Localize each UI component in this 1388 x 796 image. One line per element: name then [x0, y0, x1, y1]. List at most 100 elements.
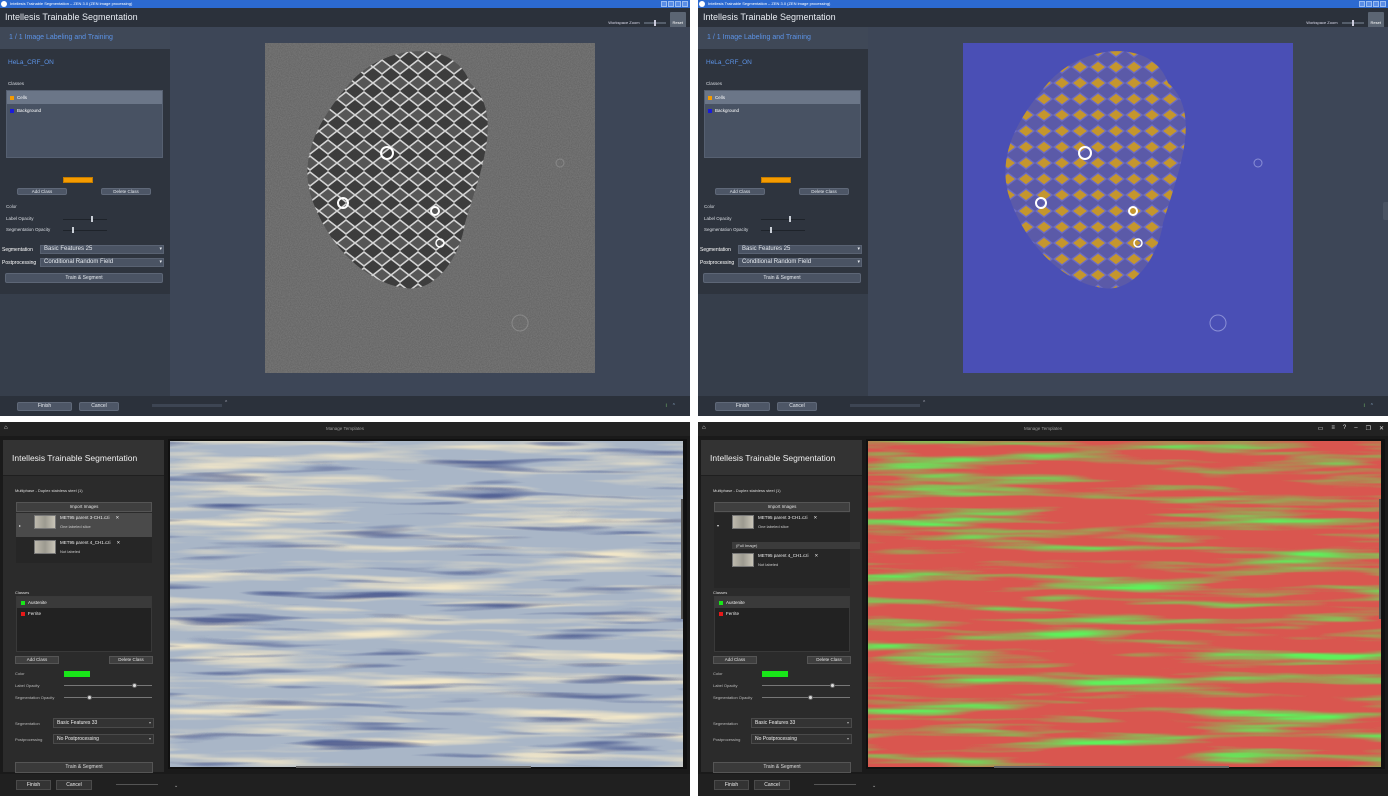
class-item-cells[interactable]: Cells — [705, 91, 860, 104]
class-item-background[interactable]: Background — [7, 104, 162, 117]
horizontal-scrollbar[interactable] — [296, 766, 531, 768]
manage-templates-label[interactable]: Manage Templates — [0, 426, 690, 431]
chevron-down-icon[interactable]: ⌄ — [872, 783, 876, 789]
vertical-scrollbar[interactable] — [1379, 499, 1381, 619]
train-segment-button[interactable]: Train & Segment — [15, 762, 153, 773]
hela-phase-contrast-image[interactable] — [265, 43, 595, 373]
minimize-icon[interactable]: – — [1354, 425, 1357, 432]
menu-icon[interactable]: ≡ — [1331, 425, 1335, 432]
slider-handle[interactable] — [71, 227, 74, 233]
manage-templates-label[interactable]: Manage Templates — [698, 426, 1388, 431]
collapse-triangle-icon[interactable]: ▾ — [717, 523, 719, 528]
maximize-icon[interactable] — [1373, 1, 1379, 7]
cancel-button[interactable]: Cancel — [56, 780, 92, 790]
side-panel-toggle[interactable] — [1383, 202, 1388, 220]
image-item[interactable]: ▸ MET95 parent 3-CH1.czi ✕ One labeled sl… — [16, 513, 152, 537]
finish-button[interactable]: Finish — [16, 780, 51, 790]
workspace-zoom-slider[interactable] — [1341, 19, 1364, 26]
close-icon[interactable] — [1380, 1, 1386, 7]
image-viewer[interactable] — [170, 27, 690, 396]
image-viewer[interactable] — [868, 27, 1388, 396]
chevron-up-icon[interactable]: ⌃ — [922, 400, 926, 406]
add-class-button[interactable]: Add Class — [715, 188, 765, 195]
minimize-icon[interactable] — [1366, 1, 1372, 7]
finish-button[interactable]: Finish — [17, 402, 72, 411]
delete-class-button[interactable]: Delete Class — [101, 188, 151, 195]
label-opacity-slider[interactable] — [63, 216, 107, 222]
class-item-cells[interactable]: Cells — [7, 91, 162, 104]
class-item-background[interactable]: Background — [705, 104, 860, 117]
close-icon[interactable] — [682, 1, 688, 7]
maximize-icon[interactable] — [675, 1, 681, 7]
class-color-picker[interactable] — [762, 671, 788, 677]
slider-handle[interactable] — [788, 216, 791, 222]
postprocessing-dropdown[interactable]: No Postprocessing — [751, 734, 852, 744]
image-viewer[interactable] — [168, 439, 687, 769]
image-viewer[interactable] — [866, 439, 1385, 769]
class-item-ferrite[interactable]: Ferrite — [17, 608, 151, 619]
class-item-ferrite[interactable]: Ferrite — [715, 608, 849, 619]
vertical-scrollbar[interactable] — [681, 499, 683, 619]
zoom-slider-handle[interactable] — [1351, 19, 1354, 26]
remove-image-icon[interactable]: ✕ — [815, 553, 819, 559]
finish-button[interactable]: Finish — [715, 402, 770, 411]
horizontal-scrollbar[interactable] — [994, 766, 1229, 768]
chat-icon[interactable]: ▭ — [1318, 425, 1324, 432]
hela-segmented-image[interactable] — [963, 43, 1293, 373]
train-segment-button[interactable]: Train & Segment — [5, 273, 163, 283]
expand-triangle-icon[interactable]: ▸ — [19, 523, 21, 528]
class-item-austenite[interactable]: Austenite — [715, 597, 849, 608]
help-icon[interactable] — [1359, 1, 1365, 7]
cancel-button[interactable]: Cancel — [754, 780, 790, 790]
slider-handle[interactable] — [90, 216, 93, 222]
class-color-picker[interactable] — [63, 177, 93, 183]
postprocessing-dropdown[interactable]: Conditional Random Field — [40, 258, 164, 267]
label-opacity-slider[interactable] — [761, 216, 805, 222]
add-class-button[interactable]: Add Class — [17, 188, 67, 195]
slider-handle[interactable] — [86, 695, 92, 700]
slider-handle[interactable] — [769, 227, 772, 233]
slider-handle[interactable] — [830, 683, 836, 688]
close-icon[interactable]: ✕ — [1379, 425, 1384, 432]
slider-handle[interactable] — [808, 695, 814, 700]
postprocessing-dropdown[interactable]: No Postprocessing — [53, 734, 154, 744]
cancel-button[interactable]: Cancel — [777, 402, 817, 411]
add-class-button[interactable]: Add Class — [713, 656, 757, 664]
class-item-austenite[interactable]: Austenite — [17, 597, 151, 608]
class-color-picker[interactable] — [64, 671, 90, 677]
import-images-button[interactable]: Import Images — [714, 502, 850, 512]
delete-class-button[interactable]: Delete Class — [807, 656, 851, 664]
remove-image-icon[interactable]: ✕ — [814, 515, 818, 521]
label-opacity-slider[interactable] — [762, 683, 850, 688]
import-images-button[interactable]: Import Images — [16, 502, 152, 512]
finish-button[interactable]: Finish — [714, 780, 749, 790]
steel-segmented-image[interactable] — [868, 441, 1381, 767]
segmentation-dropdown[interactable]: Basic Features 33 — [53, 718, 154, 728]
minimize-icon[interactable] — [668, 1, 674, 7]
chevron-up-icon[interactable]: ⌃ — [224, 400, 228, 406]
cancel-button[interactable]: Cancel — [79, 402, 119, 411]
slider-handle[interactable] — [132, 683, 138, 688]
delete-class-button[interactable]: Delete Class — [799, 188, 849, 195]
label-opacity-slider[interactable] — [64, 683, 152, 688]
segmentation-dropdown[interactable]: Basic Features 25 — [738, 245, 862, 254]
segmentation-opacity-slider[interactable] — [761, 227, 805, 233]
delete-class-button[interactable]: Delete Class — [109, 656, 153, 664]
help-icon[interactable]: ? — [1343, 425, 1346, 432]
postprocessing-dropdown[interactable]: Conditional Random Field — [738, 258, 862, 267]
image-item[interactable]: MET95 parent 4_CH1.czi ✕ Not labeled — [16, 538, 152, 562]
segmentation-opacity-slider[interactable] — [762, 695, 850, 700]
help-icon[interactable] — [661, 1, 667, 7]
chevron-up-icon[interactable]: ⌃ — [672, 403, 676, 409]
steel-micrograph-image[interactable] — [170, 441, 683, 767]
segmentation-opacity-slider[interactable] — [63, 227, 107, 233]
image-item[interactable]: ▾ MET95 parent 3-CH1.czi ✕ One labeled sl… — [714, 513, 850, 537]
restore-icon[interactable]: ❐ — [1366, 425, 1371, 432]
full-image-slice[interactable]: (Full Image) — [732, 542, 860, 549]
zoom-slider-handle[interactable] — [653, 19, 656, 26]
train-segment-button[interactable]: Train & Segment — [713, 762, 851, 773]
class-color-picker[interactable] — [761, 177, 791, 183]
segmentation-dropdown[interactable]: Basic Features 33 — [751, 718, 852, 728]
add-class-button[interactable]: Add Class — [15, 656, 59, 664]
chevron-up-icon[interactable]: ⌃ — [1370, 403, 1374, 409]
